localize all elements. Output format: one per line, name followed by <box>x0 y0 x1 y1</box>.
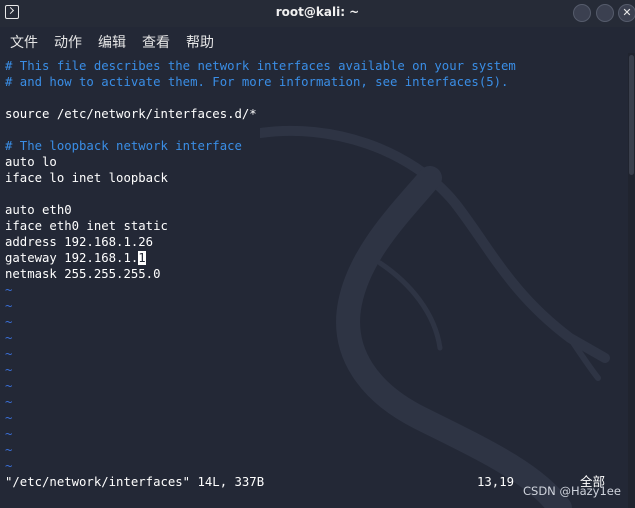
empty-buffer-line: ~ <box>5 299 13 313</box>
window-title: root@kali: ~ <box>275 5 360 19</box>
close-button[interactable]: ✕ <box>618 4 635 22</box>
terminal-area[interactable]: # This file describes the network interf… <box>0 53 628 508</box>
empty-buffer-line: ~ <box>5 427 13 441</box>
empty-buffer-line: ~ <box>5 283 13 297</box>
empty-buffer-line: ~ <box>5 379 13 393</box>
scrollbar-thumb[interactable] <box>629 55 634 175</box>
code-line: iface eth0 inet static <box>5 219 168 233</box>
status-file-info: "/etc/network/interfaces" 14L, 337B <box>5 475 265 489</box>
csdn-watermark: CSDN @Hazy1ee <box>523 484 621 498</box>
minimize-button[interactable] <box>573 4 591 22</box>
maximize-button[interactable] <box>596 4 614 22</box>
scrollbar[interactable] <box>628 53 635 508</box>
terminal-window: root@kali: ~ ✕ 文件 动作 编辑 查看 帮助 # This fil… <box>0 0 635 508</box>
title-bar[interactable]: root@kali: ~ ✕ <box>0 0 635 27</box>
empty-buffer-line: ~ <box>5 363 13 377</box>
code-line: source /etc/network/interfaces.d/* <box>5 107 257 121</box>
comment-line: # The loopback network interface <box>5 139 242 153</box>
close-icon: ✕ <box>622 6 632 19</box>
menu-action[interactable]: 动作 <box>54 32 82 52</box>
comment-line: # This file describes the network interf… <box>5 59 516 73</box>
empty-buffer-line: ~ <box>5 347 13 361</box>
status-cursor-position: 13,19 <box>477 475 515 489</box>
empty-buffer-line: ~ <box>5 411 13 425</box>
empty-buffer-line: ~ <box>5 315 13 329</box>
menu-view[interactable]: 查看 <box>142 32 170 52</box>
code-line: auto lo <box>5 155 57 169</box>
menu-bar: 文件 动作 编辑 查看 帮助 <box>0 27 635 53</box>
empty-buffer-line: ~ <box>5 443 13 457</box>
kali-dragon-watermark <box>260 125 610 508</box>
code-line: auto eth0 <box>5 203 72 217</box>
menu-file[interactable]: 文件 <box>10 32 38 52</box>
code-line: netmask 255.255.255.0 <box>5 267 161 281</box>
menu-help[interactable]: 帮助 <box>186 32 214 52</box>
comment-line: # and how to activate them. For more inf… <box>5 75 509 89</box>
code-line: address 192.168.1.26 <box>5 235 154 249</box>
empty-buffer-line: ~ <box>5 395 13 409</box>
menu-edit[interactable]: 编辑 <box>98 32 126 52</box>
code-line: iface lo inet loopback <box>5 171 168 185</box>
text-cursor: 1 <box>138 251 146 265</box>
empty-buffer-line: ~ <box>5 331 13 345</box>
code-line: gateway 192.168.1.1 <box>5 251 146 265</box>
empty-buffer-line: ~ <box>5 459 13 473</box>
